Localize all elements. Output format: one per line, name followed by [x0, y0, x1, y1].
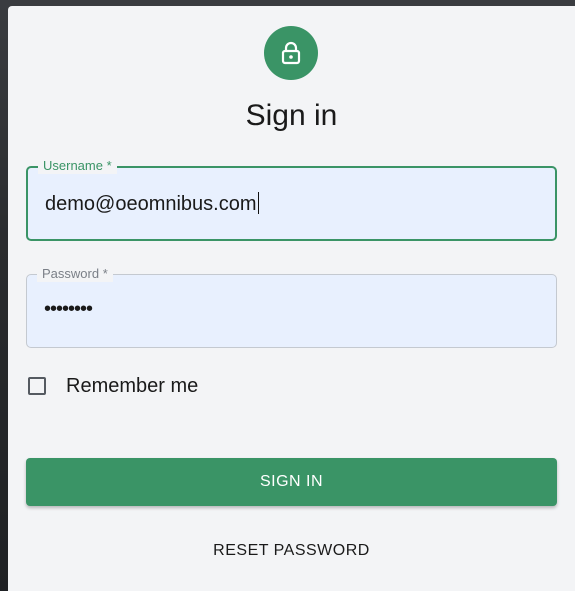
remember-me-label[interactable]: Remember me [66, 373, 198, 399]
password-input[interactable]: •••••••• [44, 296, 93, 322]
reset-password-button[interactable]: RESET PASSWORD [26, 536, 557, 566]
sign-in-panel: Sign in Username * demo@oeomnibus.com Pa… [8, 6, 575, 591]
remember-me-control[interactable]: Remember me [28, 373, 198, 399]
password-field[interactable]: Password * •••••••• [26, 266, 557, 348]
sign-in-button[interactable]: SIGN IN [26, 458, 557, 506]
username-label: Username * [38, 158, 117, 174]
username-field[interactable]: Username * demo@oeomnibus.com [26, 158, 557, 241]
password-label: Password * [37, 266, 113, 282]
remember-me-checkbox[interactable] [28, 377, 46, 395]
text-caret [257, 192, 259, 214]
lock-icon [281, 41, 301, 65]
username-value: demo@oeomnibus.com [45, 193, 257, 215]
lock-avatar [264, 26, 318, 80]
username-input[interactable]: demo@oeomnibus.com [45, 191, 259, 217]
page-title: Sign in [245, 99, 338, 132]
